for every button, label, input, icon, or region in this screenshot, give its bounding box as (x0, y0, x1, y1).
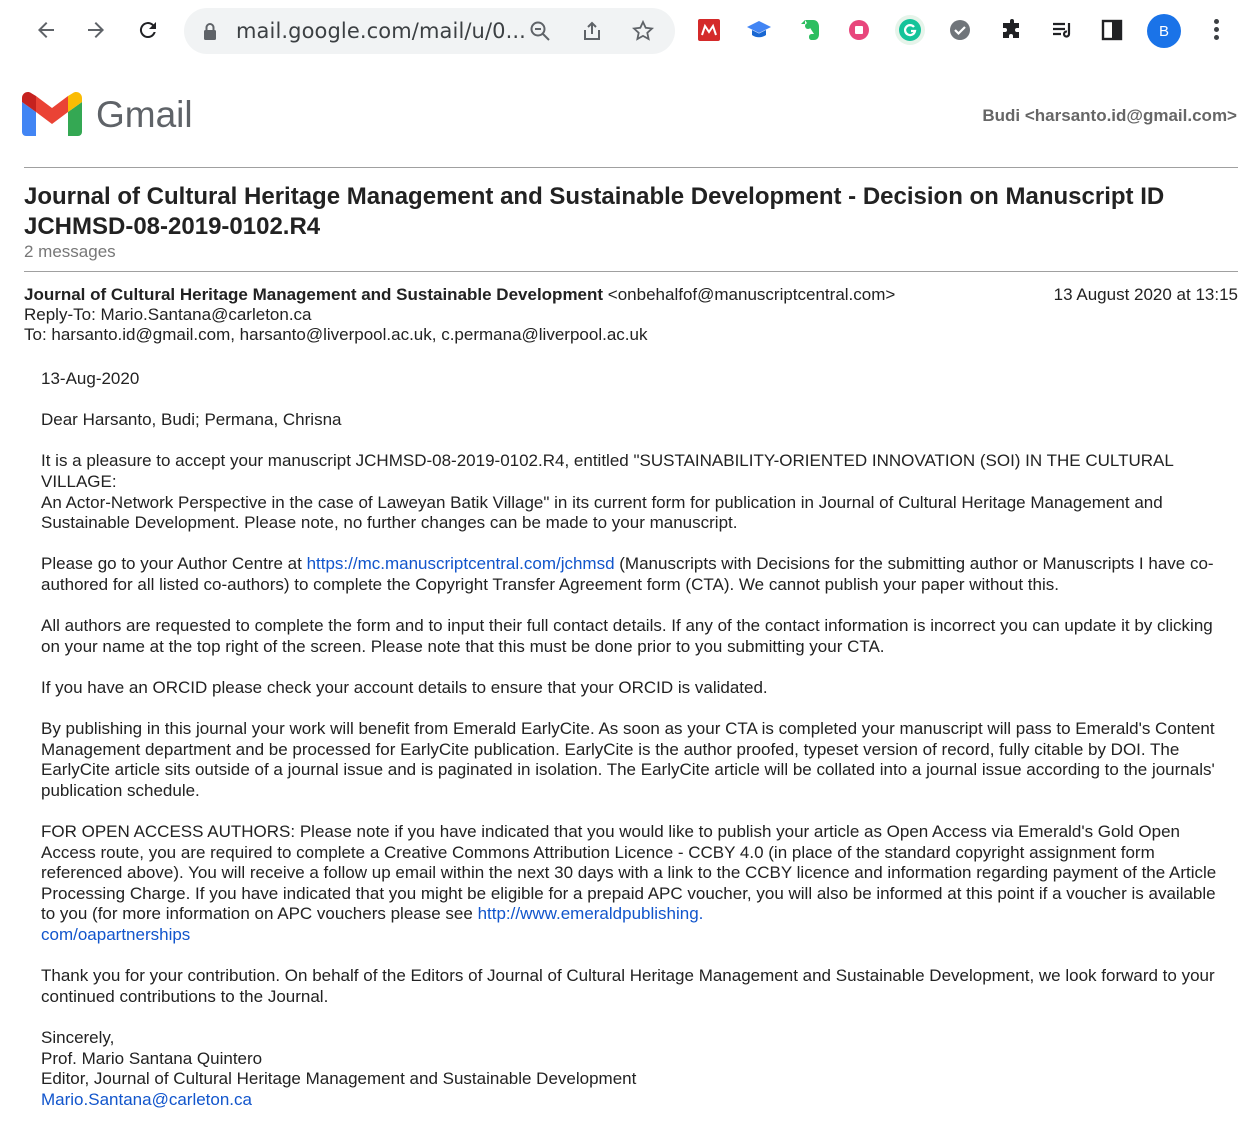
record-extension-icon[interactable] (846, 17, 872, 43)
bookmark-star-icon[interactable] (631, 19, 655, 43)
signature-title: Editor, Journal of Cultural Heritage Man… (41, 1069, 637, 1089)
grammarly-extension-icon[interactable] (895, 15, 925, 45)
sender-email: <onbehalfof@manuscriptcentral.com> (607, 285, 896, 304)
extensions-puzzle-icon[interactable] (999, 17, 1025, 43)
contact-details-paragraph: All authors are requested to complete th… (41, 616, 1213, 656)
reply-to: Reply-To: Mario.Santana@carleton.ca (24, 305, 312, 324)
browser-toolbar: mail.google.com/mail/u/0... B (0, 0, 1249, 62)
address-bar[interactable]: mail.google.com/mail/u/0... (184, 8, 675, 54)
thread-subject: Journal of Cultural Heritage Management … (24, 183, 1165, 240)
oa-link-part-1[interactable]: http://www.emeraldpublishing. (478, 904, 704, 923)
oa-link-part-2[interactable]: com/oapartnerships (41, 925, 190, 944)
signature: Sincerely, Prof. Mario Santana Quintero … (41, 1028, 1221, 1110)
signature-name: Prof. Mario Santana Quintero (41, 1048, 263, 1068)
author-centre-paragraph: Please go to your Author Centre at https… (41, 554, 1221, 595)
author-centre-text: Please go to your Author Centre at (41, 554, 307, 574)
gmail-wordmark: Gmail (96, 94, 193, 135)
message-header: Journal of Cultural Heritage Management … (24, 285, 1238, 345)
author-centre-link[interactable]: https://mc.manuscriptcentral.com/jchmsd (307, 554, 615, 573)
graduation-cap-extension-icon[interactable] (746, 17, 772, 43)
reload-icon[interactable] (134, 16, 162, 44)
acceptance-line-1: It is a pleasure to accept your manuscri… (41, 451, 1174, 491)
check-extension-icon[interactable] (947, 17, 973, 43)
signature-email-link[interactable]: Mario.Santana@carleton.ca (41, 1090, 252, 1109)
signature-closing: Sincerely, (41, 1028, 115, 1047)
message-count: 2 messages (24, 242, 116, 261)
url-text[interactable]: mail.google.com/mail/u/0... (236, 19, 526, 43)
zoom-icon[interactable] (528, 19, 552, 43)
sender-name: Journal of Cultural Heritage Management … (24, 285, 604, 304)
message-date: 13 August 2020 at 13:15 (1053, 285, 1238, 304)
mendeley-extension-icon[interactable] (696, 17, 722, 43)
lock-icon[interactable] (202, 22, 218, 47)
forward-arrow-icon[interactable] (82, 16, 110, 44)
gmail-logo-icon (22, 92, 82, 141)
profile-avatar[interactable]: B (1147, 14, 1181, 48)
thanks-paragraph: Thank you for your contribution. On beha… (41, 966, 1215, 1006)
letter-greeting: Dear Harsanto, Budi; Permana, Chrisna (41, 410, 342, 430)
evernote-extension-icon[interactable] (798, 17, 824, 43)
message-body: 13-Aug-2020 Dear Harsanto, Budi; Permana… (41, 369, 1221, 1110)
back-arrow-icon[interactable] (32, 16, 60, 44)
letter-date: 13-Aug-2020 (41, 369, 140, 388)
open-access-paragraph: FOR OPEN ACCESS AUTHORS: Please note if … (41, 822, 1221, 946)
share-icon[interactable] (580, 19, 604, 43)
recipients: To: harsanto.id@gmail.com, harsanto@live… (24, 325, 648, 344)
orcid-paragraph: If you have an ORCID please check your a… (41, 677, 768, 697)
account-label: Budi <harsanto.id@gmail.com> (982, 106, 1237, 125)
acceptance-paragraph: It is a pleasure to accept your manuscri… (41, 451, 1221, 533)
divider (24, 167, 1238, 168)
acceptance-line-2: An Actor-Network Perspective in the case… (41, 492, 1163, 533)
browser-menu-icon[interactable] (1206, 16, 1226, 46)
side-panel-icon[interactable] (1099, 17, 1125, 43)
reading-list-icon[interactable] (1049, 17, 1075, 43)
earlycite-paragraph: By publishing in this journal your work … (41, 719, 1215, 800)
divider (24, 271, 1238, 272)
